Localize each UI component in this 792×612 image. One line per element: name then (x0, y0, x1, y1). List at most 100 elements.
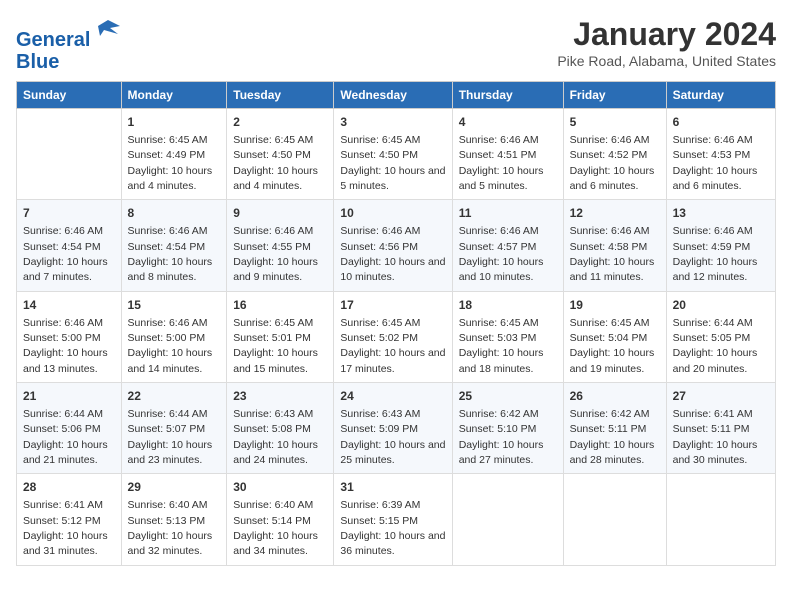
week-row-3: 14 Sunrise: 6:46 AMSunset: 5:00 PMDayligh… (17, 291, 776, 382)
day-number: 14 (23, 297, 115, 314)
day-info: Sunrise: 6:45 AMSunset: 5:01 PMDaylight:… (233, 317, 318, 375)
day-cell: 10 Sunrise: 6:46 AMSunset: 4:56 PMDayligh… (334, 200, 452, 291)
title-block: January 2024 Pike Road, Alabama, United … (557, 16, 776, 69)
day-number: 26 (570, 388, 660, 405)
day-number: 11 (459, 205, 557, 222)
day-cell: 17 Sunrise: 6:45 AMSunset: 5:02 PMDayligh… (334, 291, 452, 382)
day-number: 12 (570, 205, 660, 222)
month-title: January 2024 (557, 16, 776, 53)
day-info: Sunrise: 6:46 AMSunset: 4:53 PMDaylight:… (673, 134, 758, 192)
day-number: 24 (340, 388, 445, 405)
day-cell: 28 Sunrise: 6:41 AMSunset: 5:12 PMDayligh… (17, 474, 122, 565)
day-info: Sunrise: 6:40 AMSunset: 5:13 PMDaylight:… (128, 499, 213, 557)
day-number: 23 (233, 388, 327, 405)
day-cell: 30 Sunrise: 6:40 AMSunset: 5:14 PMDayligh… (227, 474, 334, 565)
day-info: Sunrise: 6:43 AMSunset: 5:09 PMDaylight:… (340, 408, 445, 466)
day-cell: 13 Sunrise: 6:46 AMSunset: 4:59 PMDayligh… (666, 200, 775, 291)
day-cell: 5 Sunrise: 6:46 AMSunset: 4:52 PMDaylight… (563, 109, 666, 200)
day-number: 20 (673, 297, 769, 314)
day-cell: 22 Sunrise: 6:44 AMSunset: 5:07 PMDayligh… (121, 383, 227, 474)
col-header-friday: Friday (563, 82, 666, 109)
day-cell: 26 Sunrise: 6:42 AMSunset: 5:11 PMDayligh… (563, 383, 666, 474)
day-cell (666, 474, 775, 565)
day-number: 30 (233, 479, 327, 496)
week-row-5: 28 Sunrise: 6:41 AMSunset: 5:12 PMDayligh… (17, 474, 776, 565)
day-info: Sunrise: 6:45 AMSunset: 5:03 PMDaylight:… (459, 317, 544, 375)
day-info: Sunrise: 6:42 AMSunset: 5:11 PMDaylight:… (570, 408, 655, 466)
day-info: Sunrise: 6:39 AMSunset: 5:15 PMDaylight:… (340, 499, 445, 557)
day-info: Sunrise: 6:43 AMSunset: 5:08 PMDaylight:… (233, 408, 318, 466)
day-cell: 24 Sunrise: 6:43 AMSunset: 5:09 PMDayligh… (334, 383, 452, 474)
day-info: Sunrise: 6:46 AMSunset: 4:56 PMDaylight:… (340, 225, 445, 283)
day-number: 28 (23, 479, 115, 496)
logo: GeneralBlue (16, 16, 122, 73)
day-cell: 2 Sunrise: 6:45 AMSunset: 4:50 PMDaylight… (227, 109, 334, 200)
day-cell: 27 Sunrise: 6:41 AMSunset: 5:11 PMDayligh… (666, 383, 775, 474)
day-number: 27 (673, 388, 769, 405)
day-number: 10 (340, 205, 445, 222)
day-info: Sunrise: 6:46 AMSunset: 4:58 PMDaylight:… (570, 225, 655, 283)
day-info: Sunrise: 6:44 AMSunset: 5:05 PMDaylight:… (673, 317, 758, 375)
day-cell: 21Sunrise: 6:44 AMSunset: 5:06 PMDayligh… (17, 383, 122, 474)
day-info: Sunrise: 6:41 AMSunset: 5:11 PMDaylight:… (673, 408, 758, 466)
day-info: Sunrise: 6:46 AMSunset: 4:59 PMDaylight:… (673, 225, 758, 283)
day-number: 4 (459, 114, 557, 131)
day-cell: 14 Sunrise: 6:46 AMSunset: 5:00 PMDayligh… (17, 291, 122, 382)
day-number: 3 (340, 114, 445, 131)
day-cell: 29 Sunrise: 6:40 AMSunset: 5:13 PMDayligh… (121, 474, 227, 565)
day-info: Sunrise: 6:44 AMSunset: 5:07 PMDaylight:… (128, 408, 213, 466)
page-header: GeneralBlue January 2024 Pike Road, Alab… (16, 16, 776, 73)
day-info: Sunrise: 6:46 AMSunset: 5:00 PMDaylight:… (23, 317, 108, 375)
day-info: Sunrise: 6:45 AMSunset: 5:02 PMDaylight:… (340, 317, 445, 375)
day-cell: 20 Sunrise: 6:44 AMSunset: 5:05 PMDayligh… (666, 291, 775, 382)
day-info: Sunrise: 6:46 AMSunset: 4:57 PMDaylight:… (459, 225, 544, 283)
day-info: Sunrise: 6:40 AMSunset: 5:14 PMDaylight:… (233, 499, 318, 557)
day-cell: 23 Sunrise: 6:43 AMSunset: 5:08 PMDayligh… (227, 383, 334, 474)
day-number: 25 (459, 388, 557, 405)
day-info: Sunrise: 6:46 AMSunset: 4:51 PMDaylight:… (459, 134, 544, 192)
day-cell: 4 Sunrise: 6:46 AMSunset: 4:51 PMDaylight… (452, 109, 563, 200)
day-number: 17 (340, 297, 445, 314)
col-header-thursday: Thursday (452, 82, 563, 109)
day-cell (563, 474, 666, 565)
col-header-tuesday: Tuesday (227, 82, 334, 109)
day-number: 2 (233, 114, 327, 131)
week-row-1: 1 Sunrise: 6:45 AMSunset: 4:49 PMDaylight… (17, 109, 776, 200)
day-number: 16 (233, 297, 327, 314)
day-info: Sunrise: 6:46 AMSunset: 4:54 PMDaylight:… (23, 225, 108, 283)
day-info: Sunrise: 6:46 AMSunset: 4:52 PMDaylight:… (570, 134, 655, 192)
day-cell: 16 Sunrise: 6:45 AMSunset: 5:01 PMDayligh… (227, 291, 334, 382)
day-info: Sunrise: 6:45 AMSunset: 4:50 PMDaylight:… (233, 134, 318, 192)
day-number: 29 (128, 479, 221, 496)
day-number: 7 (23, 205, 115, 222)
day-number: 9 (233, 205, 327, 222)
day-cell: 31 Sunrise: 6:39 AMSunset: 5:15 PMDayligh… (334, 474, 452, 565)
day-info: Sunrise: 6:46 AMSunset: 4:55 PMDaylight:… (233, 225, 318, 283)
day-number: 22 (128, 388, 221, 405)
col-header-wednesday: Wednesday (334, 82, 452, 109)
col-header-monday: Monday (121, 82, 227, 109)
day-number: 13 (673, 205, 769, 222)
day-cell: 1 Sunrise: 6:45 AMSunset: 4:49 PMDaylight… (121, 109, 227, 200)
day-cell: 12 Sunrise: 6:46 AMSunset: 4:58 PMDayligh… (563, 200, 666, 291)
day-number: 31 (340, 479, 445, 496)
day-number: 6 (673, 114, 769, 131)
day-cell (17, 109, 122, 200)
day-info: Sunrise: 6:41 AMSunset: 5:12 PMDaylight:… (23, 499, 108, 557)
day-number: 5 (570, 114, 660, 131)
day-number: 1 (128, 114, 221, 131)
day-info: Sunrise: 6:45 AMSunset: 4:49 PMDaylight:… (128, 134, 213, 192)
day-cell: 19Sunrise: 6:45 AMSunset: 5:04 PMDayligh… (563, 291, 666, 382)
location-subtitle: Pike Road, Alabama, United States (557, 53, 776, 69)
day-number: 19 (570, 297, 660, 314)
day-cell (452, 474, 563, 565)
day-cell: 7 Sunrise: 6:46 AMSunset: 4:54 PMDaylight… (17, 200, 122, 291)
day-cell: 18Sunrise: 6:45 AMSunset: 5:03 PMDayligh… (452, 291, 563, 382)
week-row-4: 21Sunrise: 6:44 AMSunset: 5:06 PMDayligh… (17, 383, 776, 474)
col-header-saturday: Saturday (666, 82, 775, 109)
day-cell: 15Sunrise: 6:46 AMSunset: 5:00 PMDayligh… (121, 291, 227, 382)
logo-text: GeneralBlue (16, 16, 122, 73)
day-info: Sunrise: 6:44 AMSunset: 5:06 PMDaylight:… (23, 408, 108, 466)
day-number: 8 (128, 205, 221, 222)
day-cell: 25Sunrise: 6:42 AMSunset: 5:10 PMDayligh… (452, 383, 563, 474)
